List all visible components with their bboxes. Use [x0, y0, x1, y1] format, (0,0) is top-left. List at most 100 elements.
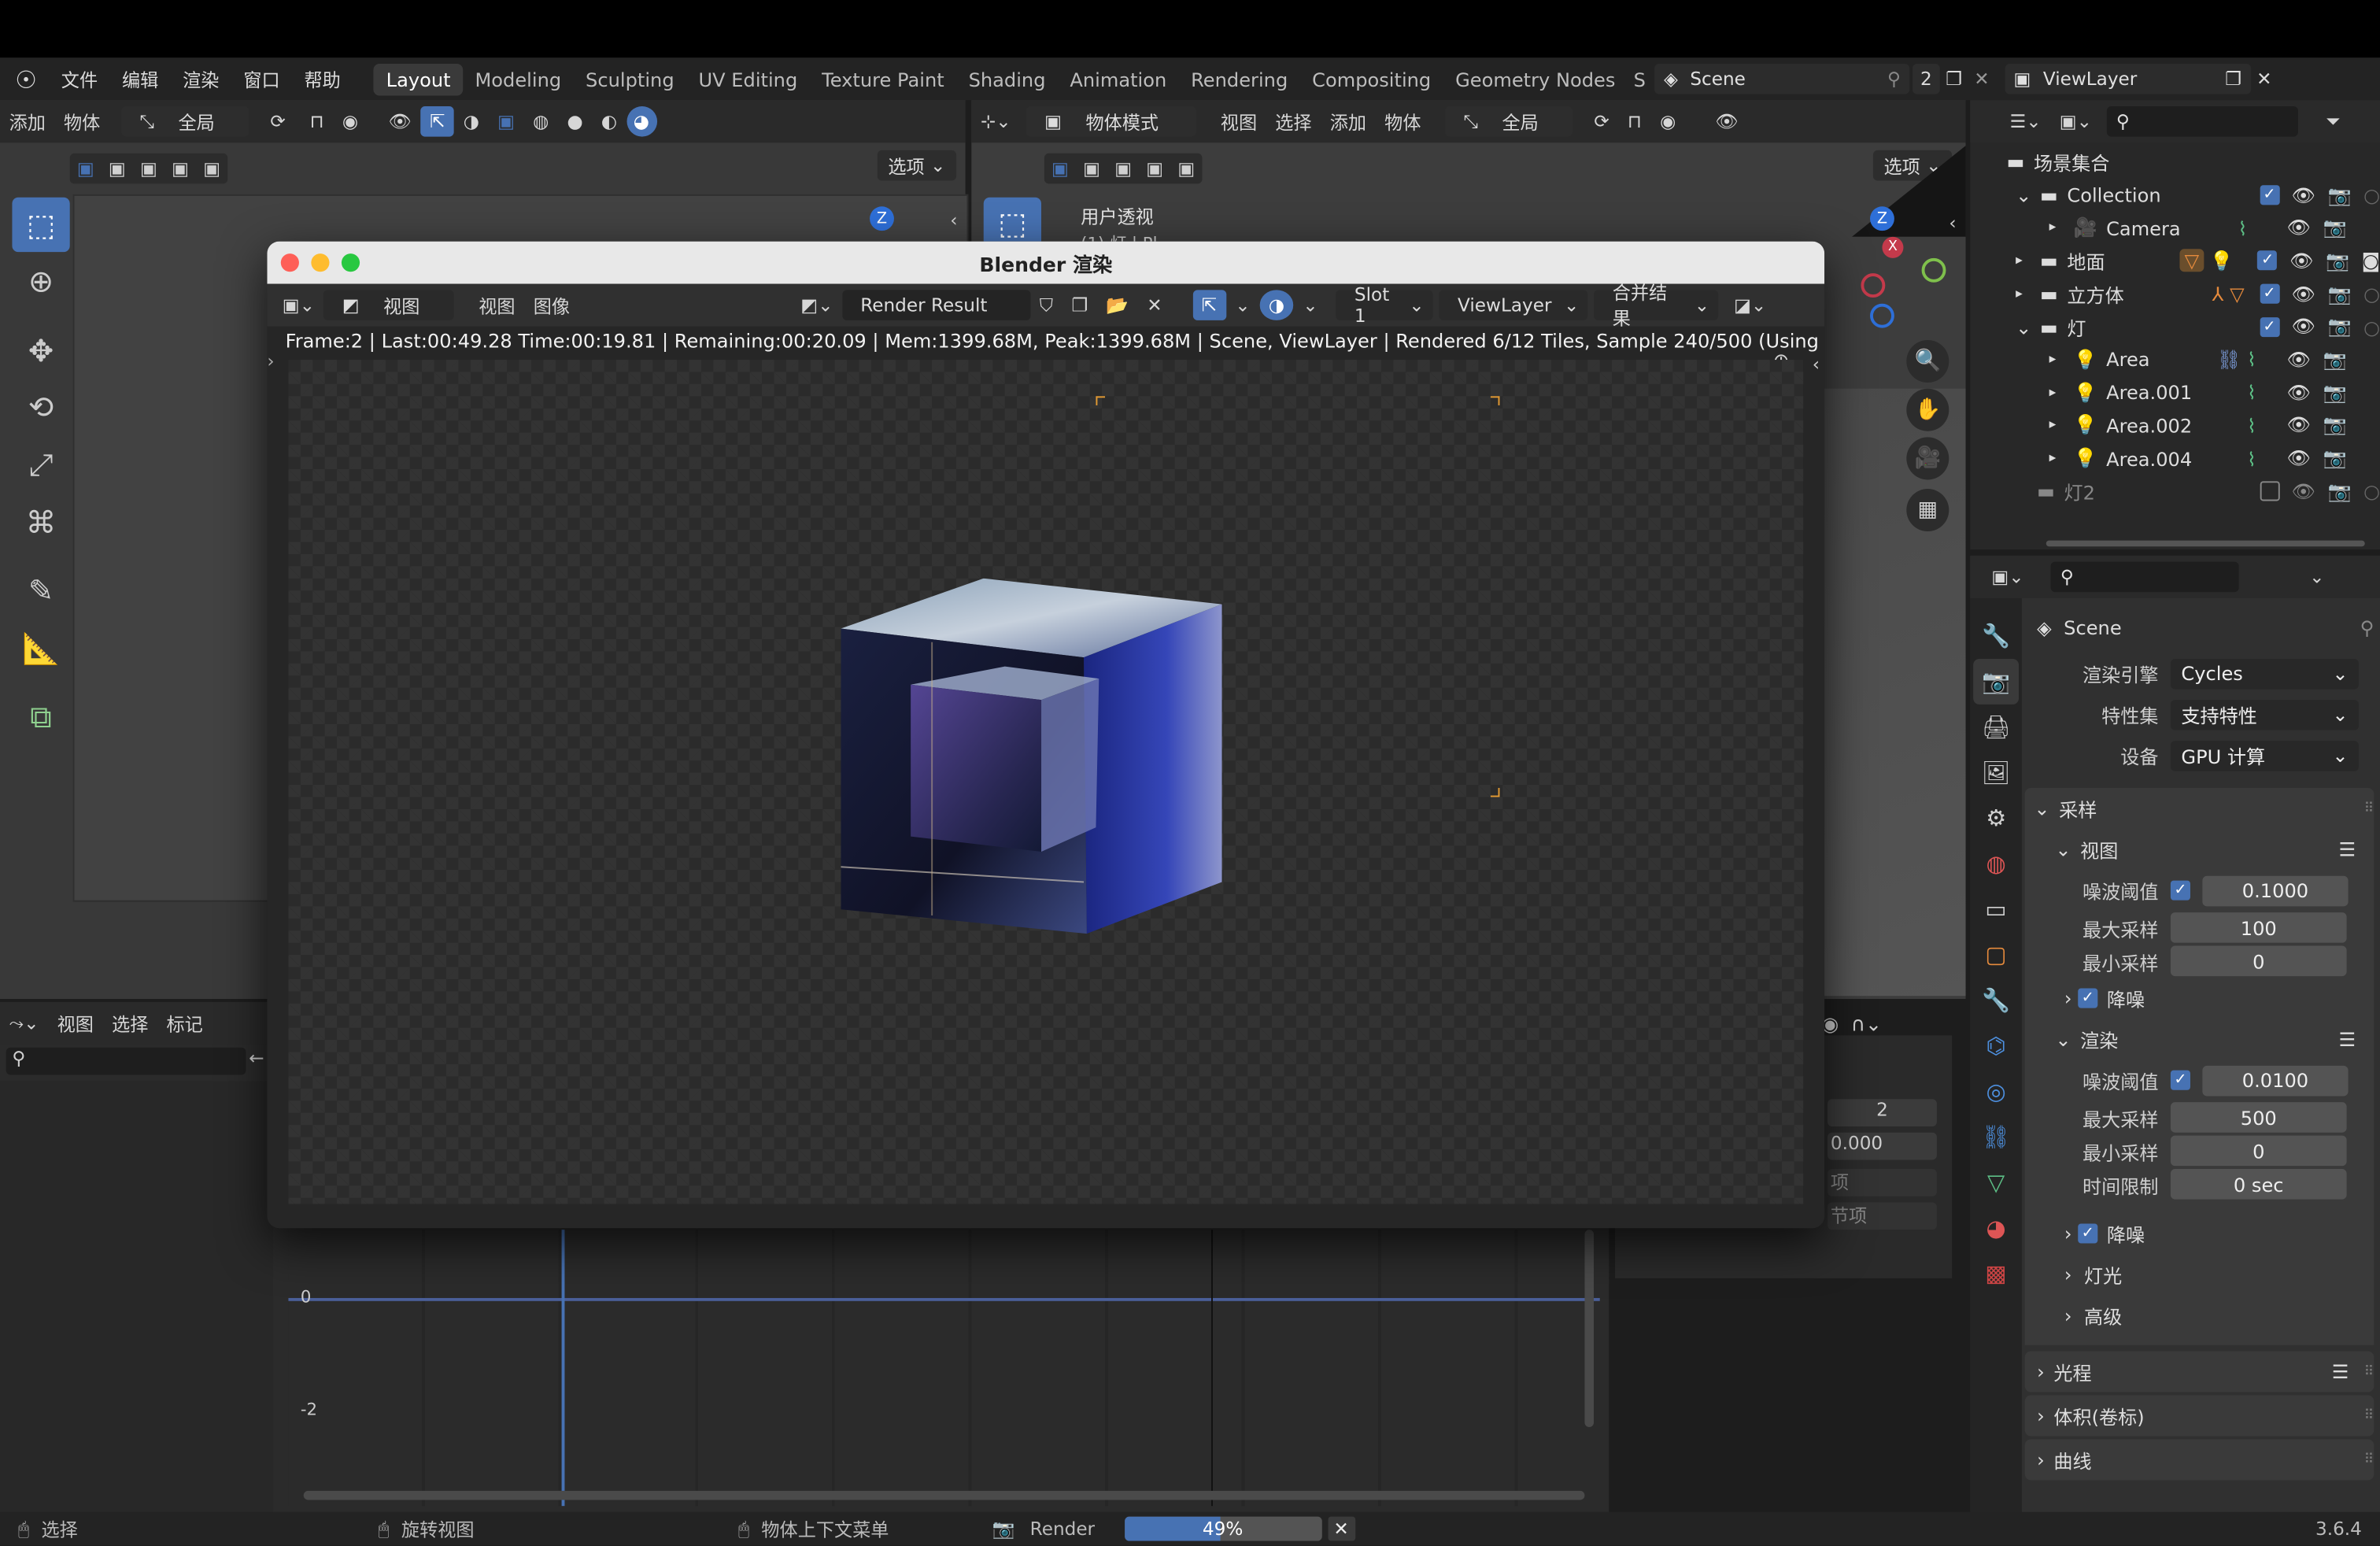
scene-collection-row[interactable]: ▬ 场景集合: [1970, 146, 2380, 179]
modifier-tab-icon[interactable]: 🔧: [1973, 978, 2019, 1023]
viewport-denoise-header[interactable]: › ✓ 降噪: [2025, 978, 2374, 1019]
constraints-tab-icon[interactable]: ⛓: [1973, 1115, 2019, 1160]
pivot-icon[interactable]: ⟳: [261, 111, 295, 132]
header-object[interactable]: 物体: [54, 109, 109, 135]
eye-icon-cube[interactable]: 👁: [2291, 282, 2315, 306]
orientation-dropdown[interactable]: ⤡ 全局: [121, 106, 249, 137]
overlay-icon[interactable]: ◑: [454, 111, 488, 132]
eye-icon-lights[interactable]: 👁: [2291, 315, 2315, 339]
render-denoise-checkbox[interactable]: ✓: [2078, 1223, 2098, 1244]
render-engine-dropdown[interactable]: Cycles ⌄: [2170, 658, 2360, 689]
main-select-subtract-icon[interactable]: ▣: [1114, 158, 1132, 179]
outliner-row-area001[interactable]: ▸ 💡 Area.001 ⌇ 👁 📷: [1970, 376, 2380, 409]
graph-menu-marker[interactable]: 标记: [157, 1010, 212, 1036]
holdout-icon-collection[interactable]: ○: [2363, 183, 2380, 206]
rotate-tool-icon[interactable]: ⟲: [12, 380, 69, 435]
sidebar-value-1[interactable]: 2: [1828, 1099, 1937, 1127]
duplicate-image-icon[interactable]: ❐: [1062, 294, 1097, 316]
light-paths-panel-header[interactable]: › 光程 ☰ ⠿: [2024, 1351, 2374, 1393]
close-window-button[interactable]: [280, 253, 299, 272]
main-select-mode-icons[interactable]: ▣ ▣ ▣ ▣ ▣: [1044, 153, 1203, 184]
viewport-noise-checkbox[interactable]: ✓: [2170, 880, 2190, 901]
outliner-row-lights2[interactable]: ▬ 灯2 👁 📷 ○: [1970, 475, 2380, 508]
render-menu-view[interactable]: 视图: [470, 292, 524, 318]
main-select-invert-icon[interactable]: ▣: [1146, 158, 1163, 179]
viewport-max-field[interactable]: 100: [2170, 912, 2347, 943]
scene-users-count[interactable]: 2: [1913, 64, 1940, 94]
pass-dropdown[interactable]: 合并结果 ⌄: [1594, 283, 1719, 330]
left-options-button[interactable]: 选项 ⌄: [877, 150, 957, 181]
render-subpanel-header[interactable]: ⌄ 渲染 ☰: [2025, 1019, 2374, 1060]
render-menu-image[interactable]: 图像: [524, 292, 578, 318]
holdout-icon-lights[interactable]: ○: [2363, 316, 2380, 338]
exclude-checkbox-collection[interactable]: ✓: [2259, 185, 2280, 205]
camera-render-icon-lights2[interactable]: 📷: [2328, 479, 2352, 504]
pin-icon[interactable]: ⚲: [1887, 68, 1901, 90]
graph-menu-view[interactable]: 视图: [48, 1010, 102, 1036]
render-collapse-icon[interactable]: ‹: [1813, 353, 1820, 375]
gizmo-x-icon[interactable]: X: [1882, 236, 1904, 258]
material-tab-icon[interactable]: ◕: [1973, 1205, 2019, 1251]
camera-render-icon-ground[interactable]: 📷: [2326, 249, 2349, 273]
outliner[interactable]: ☰⌄ ▣⌄ ⚲ ⏷ ▬ 场景集合 ⌄ ▬ Collection ✓ 👁 📷 ○ ▸ 🎥 Came…: [1970, 100, 2380, 550]
camera-render-icon-area002[interactable]: 📷: [2323, 413, 2347, 438]
scale-tool-icon[interactable]: ⤢: [12, 438, 69, 492]
menu-window[interactable]: 窗口: [231, 66, 292, 92]
filter-icon[interactable]: ⏷: [2316, 110, 2349, 133]
eye-icon-area[interactable]: 👁: [2287, 348, 2312, 372]
visibility-icon[interactable]: 👁: [379, 111, 421, 132]
main-pivot-icon[interactable]: ⟳: [1585, 111, 1619, 132]
tab-compositing[interactable]: Compositing: [1300, 63, 1443, 95]
outliner-row-ground[interactable]: ▸ ▬ 地面 ▽ 💡 ✓ 👁 📷 ◙: [1970, 245, 2380, 278]
exclude-checkbox-ground[interactable]: ✓: [2257, 251, 2278, 272]
render-min-field[interactable]: 0: [2170, 1135, 2347, 1167]
add-viewlayer-icon[interactable]: ❐: [2225, 68, 2241, 90]
menu-file[interactable]: 文件: [49, 66, 109, 92]
display-mode-icon[interactable]: ▣⌄: [2050, 111, 2101, 132]
outliner-row-area002[interactable]: ▸ 💡 Area.002 ⌇ 👁 📷: [1970, 409, 2380, 442]
render-overlay-toggle[interactable]: ◑: [1259, 290, 1294, 320]
expand-collection-icon[interactable]: ⌄: [2016, 183, 2040, 206]
outliner-editor-type-icon[interactable]: ☰⌄: [1970, 111, 2050, 132]
transform-tool-icon[interactable]: ⌘: [12, 494, 69, 549]
blender-logo-icon[interactable]: ☉: [0, 65, 49, 94]
camera-render-icon-area[interactable]: 📷: [2323, 348, 2347, 372]
select-extend-icon[interactable]: ▣: [109, 158, 126, 179]
outliner-row-lights[interactable]: ⌄ ▬ 灯 ✓ 👁 📷 ○: [1970, 310, 2380, 343]
menu-render[interactable]: 渲染: [171, 66, 231, 92]
sidebar-value-2[interactable]: 0.000: [1828, 1132, 1937, 1160]
render-gizmo-toggle[interactable]: ⇱: [1192, 290, 1226, 320]
camera-render-icon-lights[interactable]: 📷: [2328, 315, 2352, 339]
gizmo-z-icon[interactable]: Z: [1870, 206, 1894, 231]
device-dropdown[interactable]: GPU 计算 ⌄: [2170, 740, 2360, 771]
select-intersect-icon[interactable]: ▣: [203, 158, 220, 179]
expand-area001-icon[interactable]: ▸: [2049, 385, 2074, 400]
unlink-image-icon[interactable]: ✕: [1138, 294, 1172, 316]
gizmo-neg-x-icon[interactable]: [1861, 273, 1886, 298]
outliner-scrollbar[interactable]: [2046, 540, 2365, 547]
annotate-tool-icon[interactable]: ✎: [12, 564, 69, 618]
scene-selector[interactable]: ◈ Scene ⚲: [1654, 64, 1910, 94]
output-tab-icon[interactable]: 🖨: [1973, 705, 2019, 750]
render-result-field[interactable]: Render Result: [842, 290, 1031, 320]
data-tab-icon[interactable]: ▽: [1973, 1160, 2019, 1205]
tab-animation[interactable]: Animation: [1058, 63, 1179, 95]
outliner-row-area004[interactable]: ▸ 💡 Area.004 ⌇ 👁 📷: [1970, 442, 2380, 475]
camera-render-icon-camera[interactable]: 📷: [2323, 216, 2347, 240]
tab-scripting[interactable]: S: [1628, 63, 1652, 95]
featureset-dropdown[interactable]: 支持特性 ⌄: [2170, 699, 2360, 730]
render-window[interactable]: Blender 渲染 ▣⌄ ◩ 视图 视图 图像 ◩⌄ Render Resul…: [267, 241, 1825, 1229]
select-subtract-icon[interactable]: ▣: [140, 158, 157, 179]
outliner-row-area[interactable]: ▸ 💡 Area ⛓ ⌇ 👁 📷: [1970, 343, 2380, 376]
render-sidebar-arrow-icon[interactable]: ›: [267, 351, 274, 372]
viewport-denoise-checkbox[interactable]: ✓: [2078, 988, 2098, 1008]
volumes-drag-icon[interactable]: ⠿: [2364, 1408, 2374, 1423]
header-add[interactable]: 添加: [0, 109, 54, 135]
render-gizmo-dropdown-icon[interactable]: ⌄: [1226, 294, 1260, 316]
properties-options-icon[interactable]: ⌄: [2301, 566, 2334, 587]
eye-icon-area001[interactable]: 👁: [2287, 380, 2312, 405]
object-tab-icon[interactable]: ▢: [1973, 932, 2019, 978]
camera-view-icon[interactable]: 🎥: [1906, 437, 1949, 480]
expand-cube-icon[interactable]: ▸: [2016, 287, 2040, 301]
tab-layout[interactable]: Layout: [374, 63, 464, 95]
